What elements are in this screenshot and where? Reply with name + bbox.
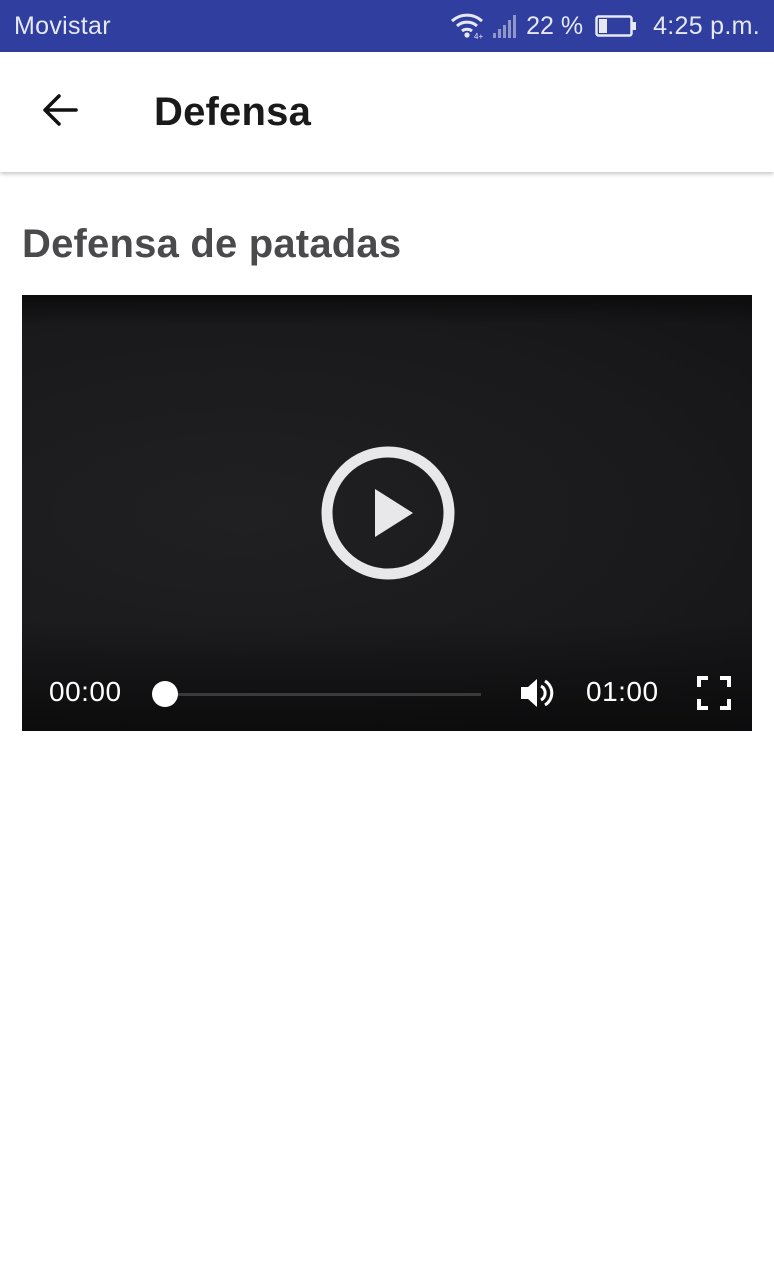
wifi-icon: 4+ (450, 12, 484, 40)
volume-button[interactable] (518, 674, 556, 712)
status-bar: Movistar 4+ 22 % 4:25 p.m. (0, 0, 774, 52)
back-button[interactable] (20, 72, 100, 152)
fullscreen-icon (696, 676, 732, 715)
seek-thumb[interactable] (152, 681, 178, 707)
carrier-name: Movistar (14, 11, 111, 40)
seek-bar[interactable] (152, 681, 481, 707)
app-bar: Defensa (0, 52, 774, 172)
signal-icon (492, 13, 518, 39)
video-controls: 00:00 01:00 (22, 655, 752, 731)
play-circle-icon (320, 446, 456, 585)
play-button[interactable] (320, 445, 456, 581)
arrow-left-icon (40, 90, 80, 135)
current-time: 00:00 (49, 676, 122, 707)
fullscreen-button[interactable] (696, 675, 732, 711)
battery-icon (595, 15, 637, 37)
svg-text:4+: 4+ (474, 32, 483, 40)
video-player[interactable]: 00:00 01:00 (22, 295, 752, 731)
status-indicators: 4+ 22 % 4:25 p.m. (450, 12, 760, 41)
section-title: Defensa de patadas (22, 222, 402, 266)
page-title: Defensa (154, 89, 312, 134)
duration-time: 01:00 (586, 676, 659, 707)
volume-icon (518, 679, 556, 716)
battery-percent: 22 % (526, 11, 584, 40)
status-time: 4:25 p.m. (653, 11, 760, 40)
